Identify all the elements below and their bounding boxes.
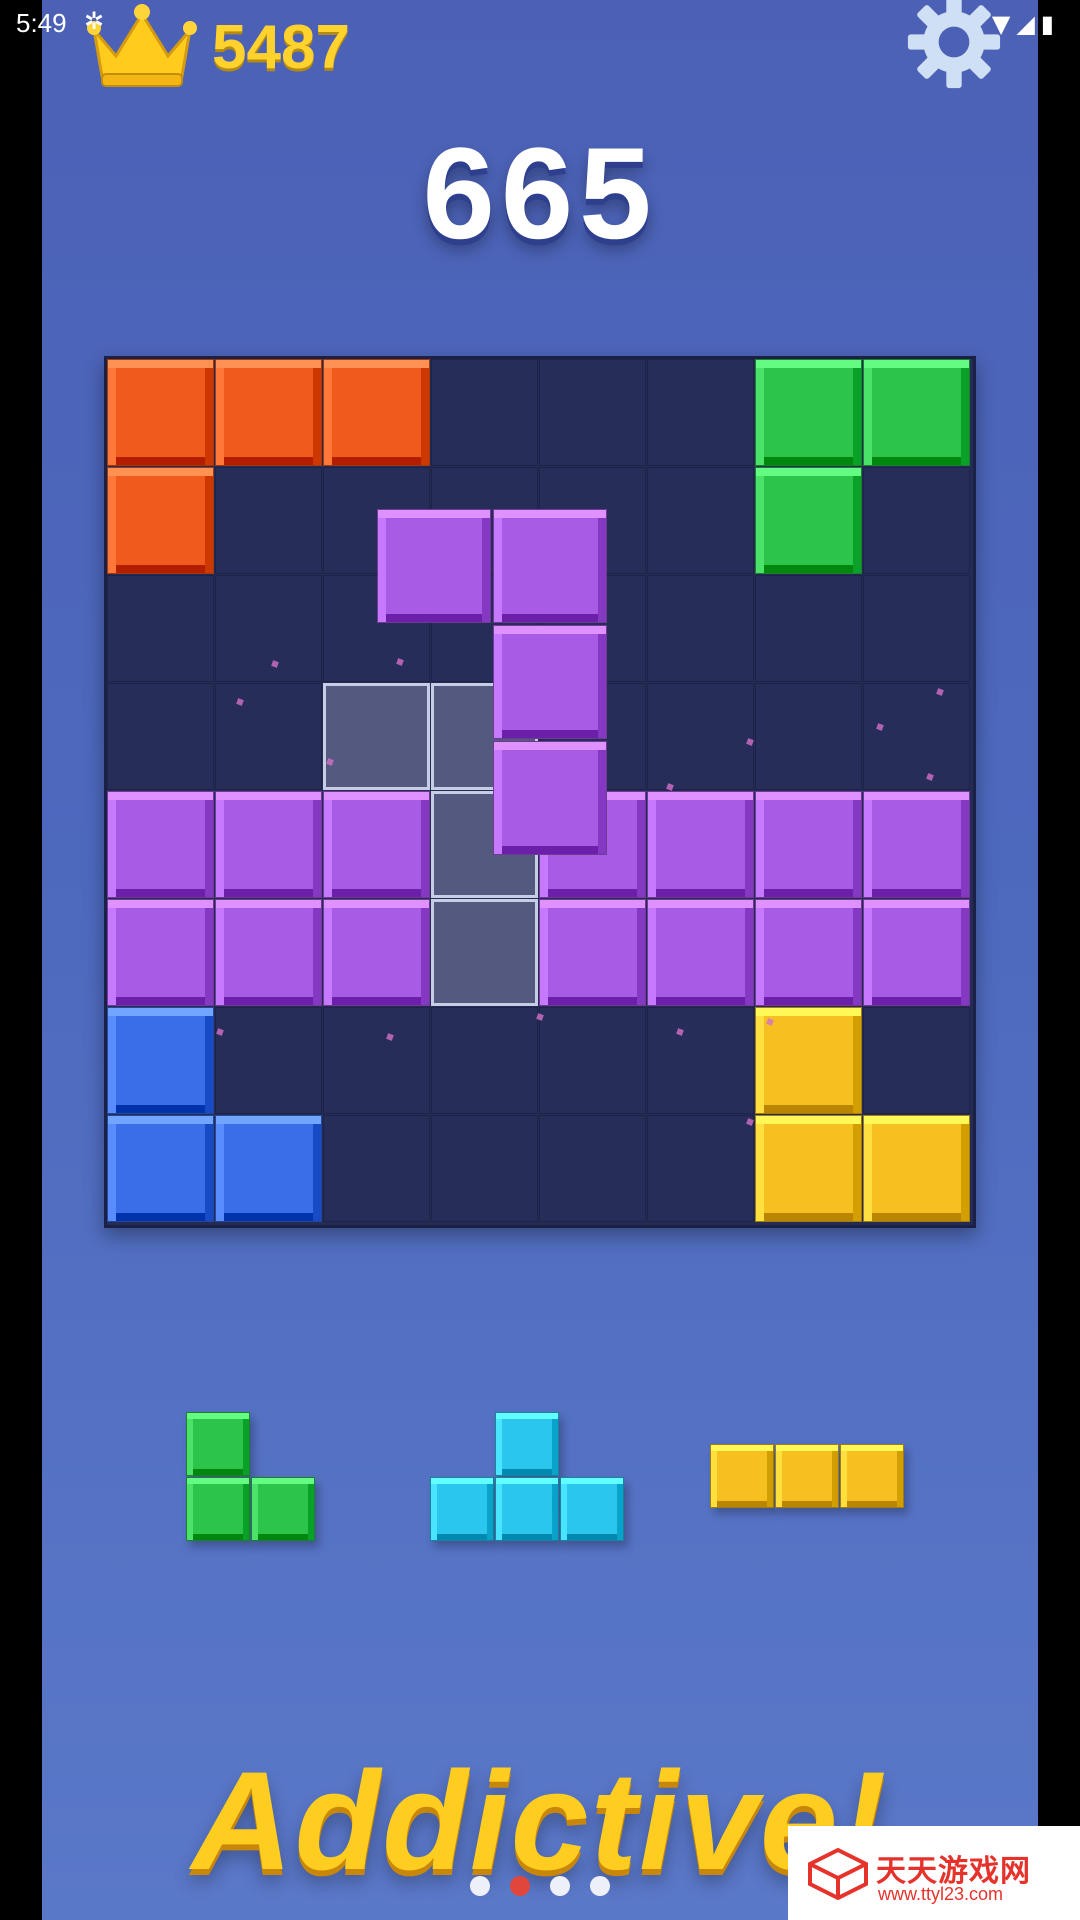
board-cell-empty[interactable] bbox=[107, 575, 214, 682]
piece-cell bbox=[377, 509, 491, 623]
board-cell-empty[interactable] bbox=[431, 359, 538, 466]
page-dot[interactable] bbox=[550, 1876, 570, 1896]
board-cell-filled[interactable] bbox=[863, 899, 970, 1006]
board-cell-empty[interactable] bbox=[539, 359, 646, 466]
battery-icon: ▮ bbox=[1040, 10, 1060, 38]
board-cell-empty[interactable] bbox=[647, 1007, 754, 1114]
piece-cell bbox=[186, 1477, 250, 1541]
status-icons: ▼◢▮ bbox=[992, 10, 1060, 38]
piece-cell bbox=[493, 509, 607, 623]
piece-cell bbox=[840, 1444, 904, 1508]
piece-cell bbox=[710, 1444, 774, 1508]
board-cell-filled[interactable] bbox=[107, 1115, 214, 1222]
board-cell-empty[interactable] bbox=[539, 1115, 646, 1222]
piece-cell bbox=[560, 1477, 624, 1541]
page-dot[interactable] bbox=[510, 1876, 530, 1896]
board-cell-empty[interactable] bbox=[647, 1115, 754, 1222]
board-cell-empty[interactable] bbox=[755, 683, 862, 790]
board-cell-empty[interactable] bbox=[215, 1007, 322, 1114]
piece-cell bbox=[430, 1477, 494, 1541]
board-cell-filled[interactable] bbox=[107, 791, 214, 898]
game-screen: 5487 665 Addictive! bbox=[42, 0, 1038, 1920]
piece-cell bbox=[186, 1412, 250, 1476]
board-cell-filled[interactable] bbox=[863, 359, 970, 466]
status-bar: 5:49 ✲ ▼◢▮ bbox=[0, 0, 1080, 48]
watermark-logo-icon bbox=[808, 1848, 868, 1900]
watermark-url: www.ttyl23.com bbox=[878, 1884, 1004, 1904]
board-cell-empty[interactable] bbox=[431, 1007, 538, 1114]
board-cell-filled[interactable] bbox=[215, 899, 322, 1006]
board-cell-filled[interactable] bbox=[863, 1115, 970, 1222]
board-cell-filled[interactable] bbox=[215, 791, 322, 898]
board-cell-empty[interactable] bbox=[863, 683, 970, 790]
page-dot[interactable] bbox=[590, 1876, 610, 1896]
piece-cell bbox=[775, 1444, 839, 1508]
piece-cell bbox=[251, 1477, 315, 1541]
board-cell-filled[interactable] bbox=[107, 359, 214, 466]
board-cell-filled[interactable] bbox=[755, 467, 862, 574]
board-cell-empty[interactable] bbox=[647, 575, 754, 682]
bug-icon: ✲ bbox=[84, 7, 105, 35]
piece-cell bbox=[493, 625, 607, 739]
board-cell-filled[interactable] bbox=[755, 1115, 862, 1222]
board-cell-filled[interactable] bbox=[323, 791, 430, 898]
status-time: 5:49 bbox=[16, 8, 67, 38]
piece-cell bbox=[493, 741, 607, 855]
board-cell-empty[interactable] bbox=[755, 575, 862, 682]
board-cell-filled[interactable] bbox=[755, 899, 862, 1006]
board-cell-empty[interactable] bbox=[107, 683, 214, 790]
board-cell-filled[interactable] bbox=[755, 359, 862, 466]
watermark: 天天游戏网 www.ttyl23.com bbox=[788, 1826, 1080, 1920]
board-cell-filled[interactable] bbox=[107, 467, 214, 574]
board-cell-filled[interactable] bbox=[323, 899, 430, 1006]
board-cell-empty[interactable] bbox=[647, 683, 754, 790]
board-cell-empty[interactable] bbox=[215, 467, 322, 574]
piece-cell bbox=[495, 1477, 559, 1541]
board-cell-empty[interactable] bbox=[539, 1007, 646, 1114]
current-score: 665 bbox=[422, 120, 658, 266]
board-cell-filled[interactable] bbox=[647, 899, 754, 1006]
board-cell-filled[interactable] bbox=[107, 899, 214, 1006]
board-cell-empty[interactable] bbox=[863, 1007, 970, 1114]
board-cell-filled[interactable] bbox=[647, 791, 754, 898]
board-cell-empty[interactable] bbox=[323, 1007, 430, 1114]
board-cell-empty[interactable] bbox=[431, 1115, 538, 1222]
board-cell-empty[interactable] bbox=[863, 467, 970, 574]
board-cell-filled[interactable] bbox=[215, 359, 322, 466]
board-cell-filled[interactable] bbox=[539, 899, 646, 1006]
signal-icon: ◢ bbox=[1016, 10, 1041, 38]
placement-preview-cell bbox=[431, 899, 538, 1006]
piece-cell bbox=[495, 1412, 559, 1476]
board-cell-empty[interactable] bbox=[323, 1115, 430, 1222]
placement-preview-cell bbox=[323, 683, 430, 790]
board-cell-empty[interactable] bbox=[863, 575, 970, 682]
board-cell-empty[interactable] bbox=[647, 467, 754, 574]
wifi-icon: ▼ bbox=[991, 10, 1017, 38]
page-dot[interactable] bbox=[470, 1876, 490, 1896]
board-cell-empty[interactable] bbox=[215, 575, 322, 682]
board-cell-filled[interactable] bbox=[107, 1007, 214, 1114]
board-cell-filled[interactable] bbox=[863, 791, 970, 898]
board-cell-filled[interactable] bbox=[323, 359, 430, 466]
board-cell-empty[interactable] bbox=[215, 683, 322, 790]
board-cell-empty[interactable] bbox=[647, 359, 754, 466]
board-cell-filled[interactable] bbox=[755, 791, 862, 898]
game-board[interactable] bbox=[104, 356, 976, 1228]
board-cell-filled[interactable] bbox=[215, 1115, 322, 1222]
